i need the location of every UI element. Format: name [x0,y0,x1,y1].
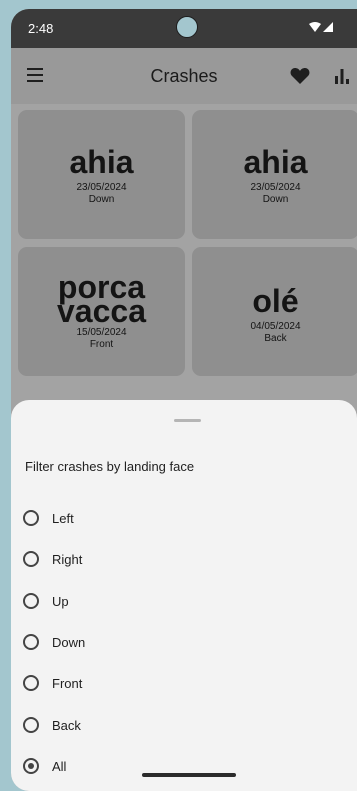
crash-card[interactable]: ahia 23/05/2024 Down [192,110,357,239]
heart-icon[interactable] [290,67,310,85]
crash-title: ahia [243,144,308,180]
crash-face: Back [264,333,287,344]
bar-chart-icon[interactable] [333,67,351,85]
camera-cutout [176,16,198,38]
radio-button[interactable] [23,717,39,733]
option-label: Up [52,593,69,609]
signal-icon [323,22,333,32]
option-label: Back [52,717,81,733]
option-label: Front [52,675,83,691]
crash-date: 23/05/2024 [76,182,127,193]
crash-date: 04/05/2024 [250,321,301,332]
option-label: All [52,758,67,774]
radio-button[interactable] [23,634,39,650]
option-label: Left [52,510,74,526]
radio-button[interactable] [23,593,39,609]
sheet-title: Filter crashes by landing face [25,459,195,474]
status-icons [309,22,333,32]
radio-button-selected[interactable] [23,758,39,774]
gesture-nav-bar[interactable] [142,773,236,777]
crash-face: Front [89,339,114,350]
crash-title: ahia [69,144,134,180]
crash-title: olé [252,283,299,319]
filter-option-down[interactable]: Down [23,627,343,657]
drag-handle[interactable] [174,419,201,422]
crash-date: 15/05/2024 [76,327,127,338]
crash-card[interactable]: porca vacca 15/05/2024 Front [18,247,185,376]
crash-date: 23/05/2024 [250,182,301,193]
filter-option-left[interactable]: Left [23,503,343,533]
crash-title: porca vacca [57,269,146,329]
radio-button[interactable] [23,551,39,567]
option-label: Right [52,551,83,567]
crash-face: Down [88,194,115,205]
filter-option-front[interactable]: Front [23,668,343,698]
filter-bottom-sheet: Filter crashes by landing face Left Righ… [11,400,357,791]
status-bar: 2:48 [11,9,357,48]
app-bar: Crashes [11,48,357,104]
crash-face: Down [262,194,289,205]
radio-button[interactable] [23,510,39,526]
radio-button[interactable] [23,675,39,691]
status-time: 2:48 [28,21,54,36]
filter-option-up[interactable]: Up [23,586,343,616]
wifi-icon [309,22,321,32]
crash-card[interactable]: olé 04/05/2024 Back [192,247,357,376]
option-label: Down [52,634,86,650]
crash-card[interactable]: ahia 23/05/2024 Down [18,110,185,239]
filter-option-back[interactable]: Back [23,710,343,740]
phone-screen: 2:48 Crashes ahia 23/05/2024 Down ahia 2… [11,9,357,791]
filter-option-right[interactable]: Right [23,544,343,574]
